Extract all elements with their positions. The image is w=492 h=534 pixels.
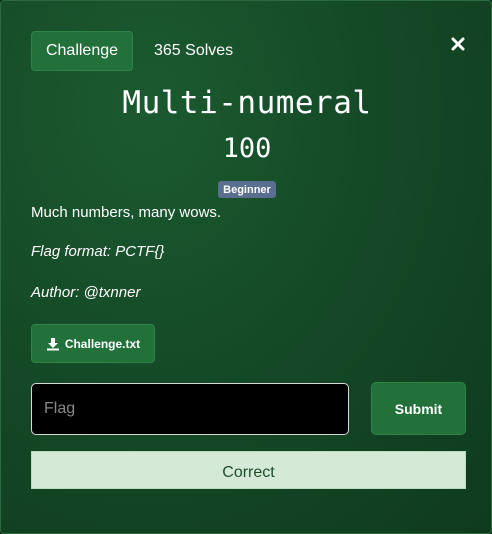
close-button[interactable]	[445, 31, 471, 57]
submit-button[interactable]: Submit	[371, 382, 466, 435]
challenge-value: 100	[222, 133, 272, 164]
result-notification: Correct	[31, 451, 466, 489]
close-icon	[451, 37, 465, 51]
flag-input[interactable]	[31, 383, 349, 435]
result-message: Correct	[222, 464, 275, 481]
download-file-button[interactable]: Challenge.txt	[31, 324, 155, 363]
flag-format-text: Flag format: PCTF{}	[31, 243, 165, 260]
difficulty-tag: Beginner	[218, 181, 276, 198]
description-text: Much numbers, many wows.	[31, 204, 222, 221]
challenge-name: Multi-numeral	[122, 85, 372, 121]
tab-challenge[interactable]: Challenge	[31, 31, 133, 71]
author-text: Author: @txnner	[31, 284, 141, 301]
challenge-modal: Challenge 365 Solves Multi-numeral 100 B…	[0, 0, 492, 534]
download-icon	[46, 337, 59, 350]
tab-solves[interactable]: 365 Solves	[154, 31, 233, 71]
file-name-label: Challenge.txt	[64, 336, 141, 351]
